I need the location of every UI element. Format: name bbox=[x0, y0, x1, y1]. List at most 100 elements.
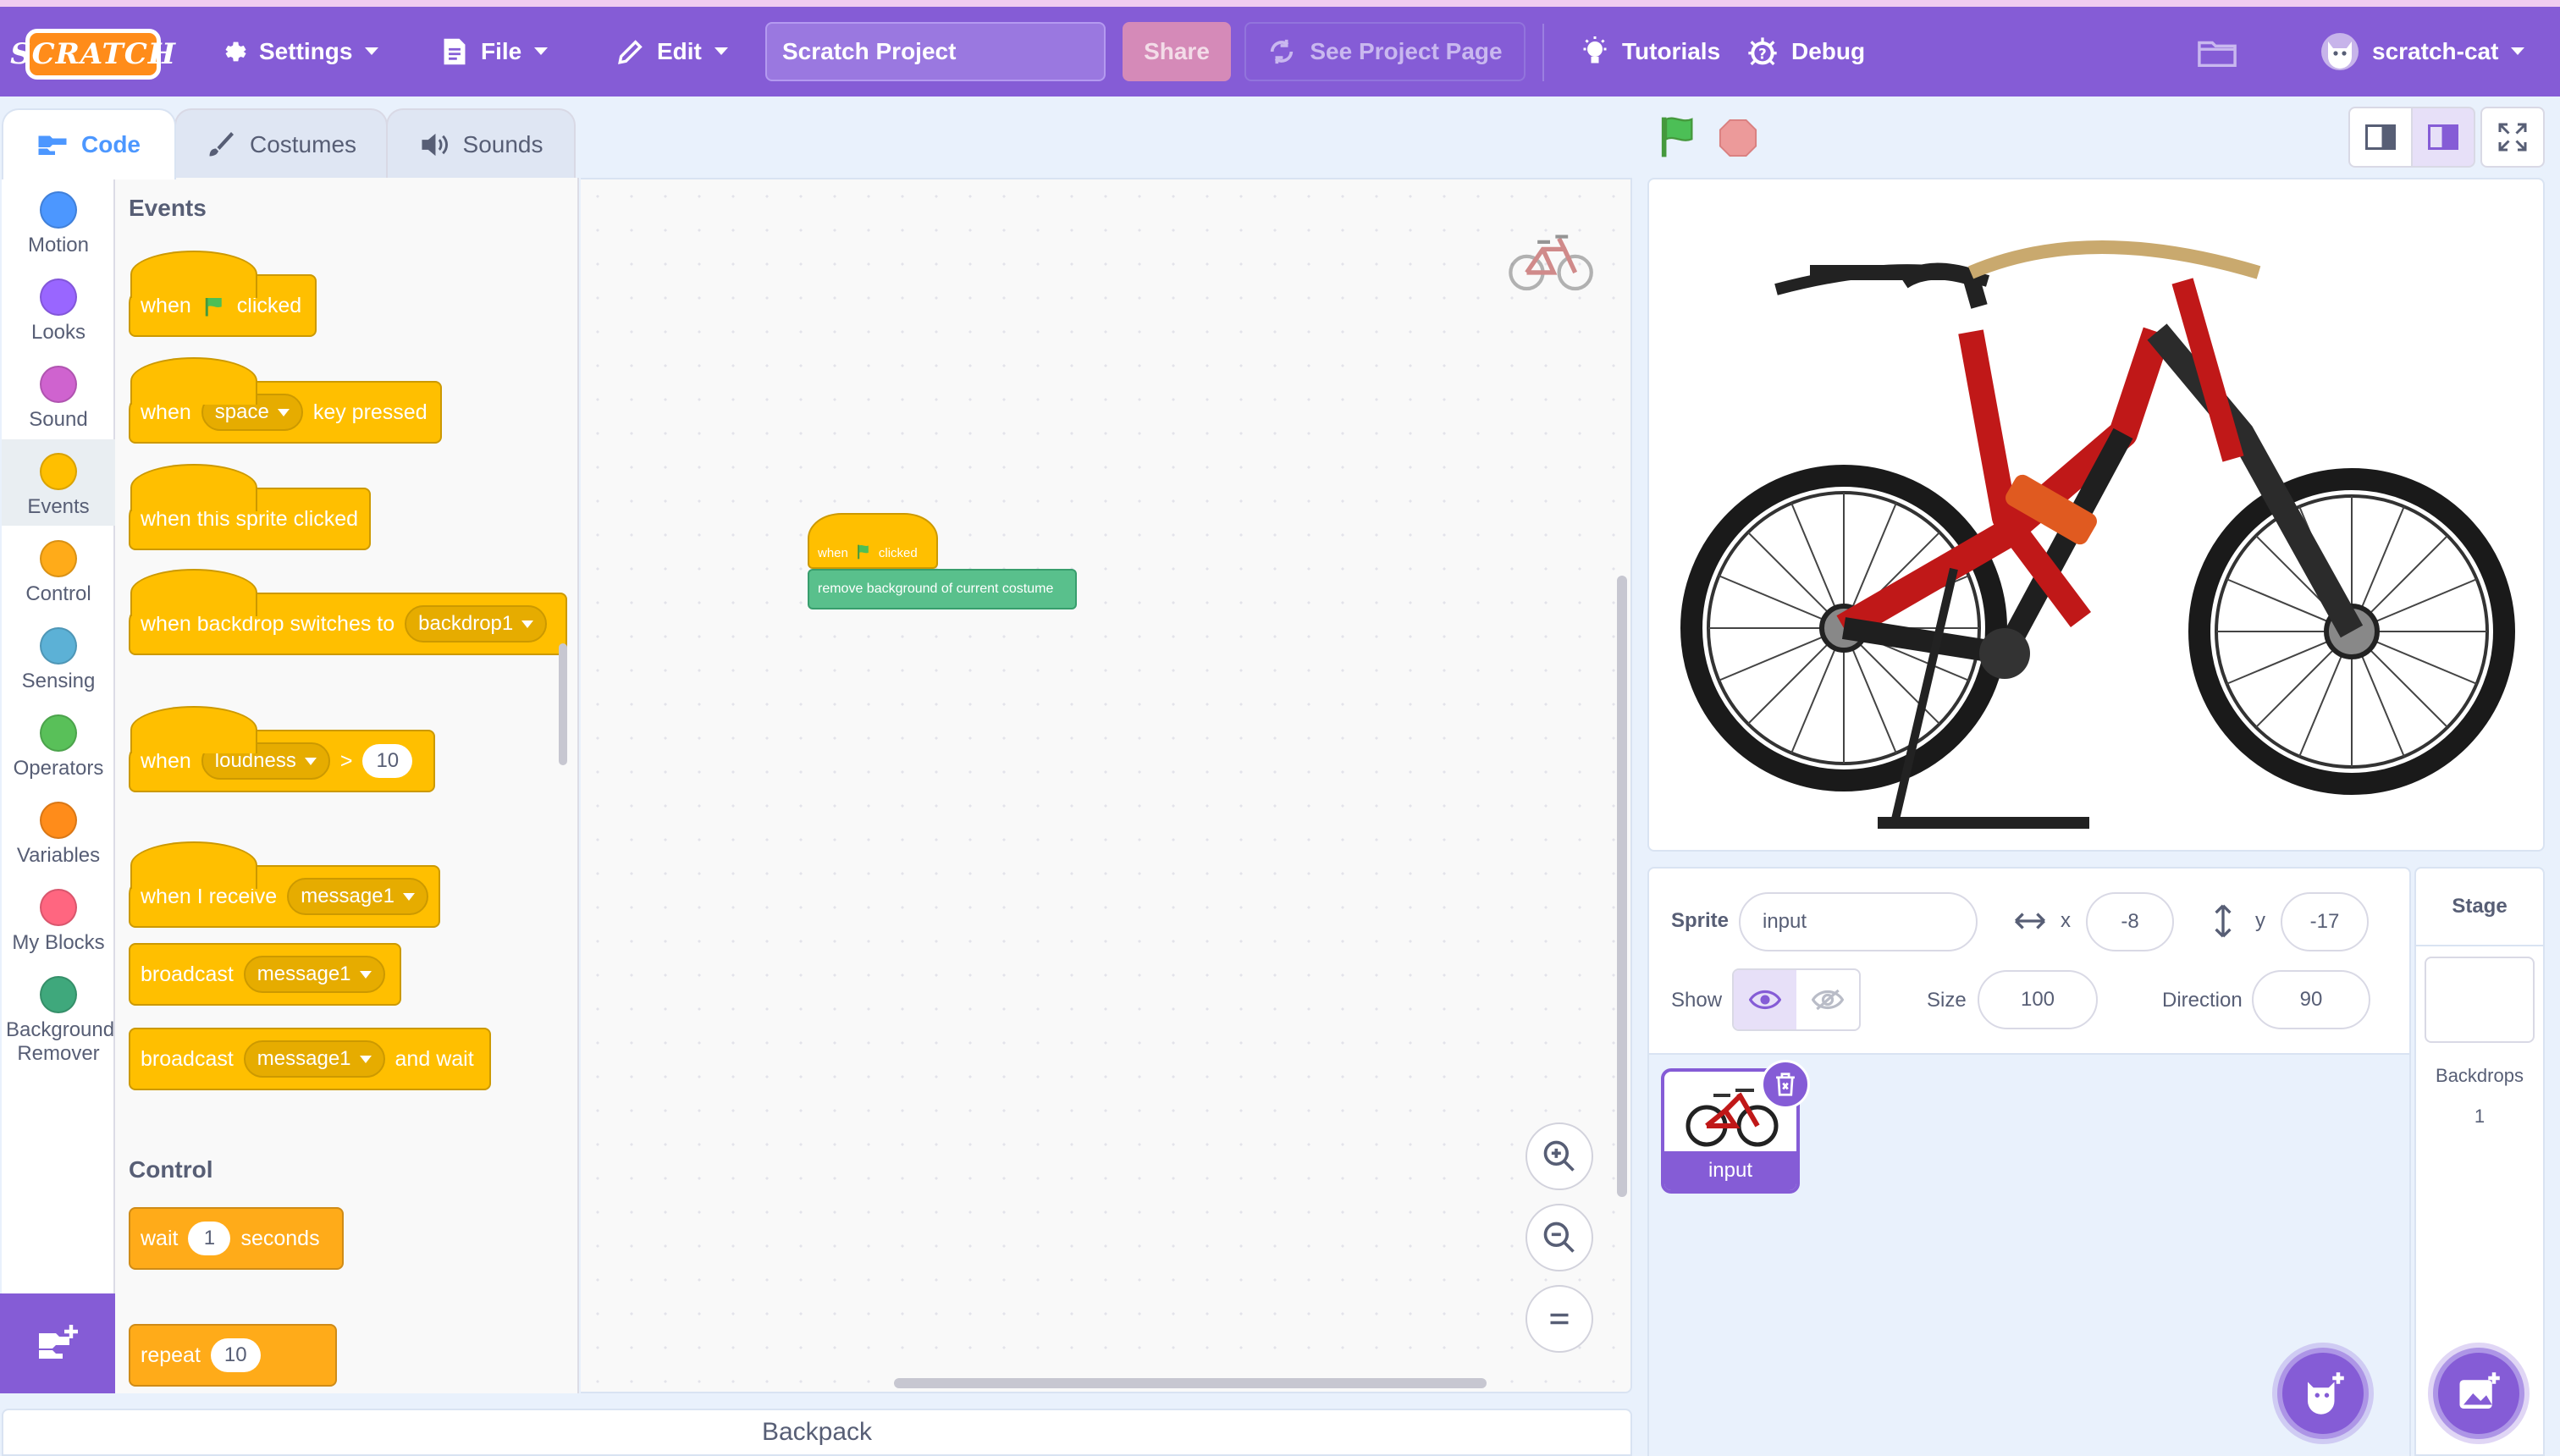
zoom-out-button[interactable] bbox=[1526, 1204, 1593, 1271]
tab-code[interactable]: Code bbox=[2, 108, 176, 179]
category-control[interactable]: Control bbox=[2, 527, 115, 613]
backdrop-dropdown[interactable]: backdrop1 bbox=[405, 605, 548, 643]
category-events[interactable]: Events bbox=[2, 439, 115, 526]
block-when-flag-clicked[interactable]: when clicked bbox=[129, 251, 317, 337]
tutorials-button[interactable]: Tutorials bbox=[1580, 7, 1720, 97]
script-horizontal-scrollbar[interactable] bbox=[894, 1378, 1487, 1388]
message-dropdown[interactable]: message1 bbox=[287, 878, 428, 915]
category-dot bbox=[40, 191, 77, 229]
see-project-page-button[interactable]: See Project Page bbox=[1244, 22, 1526, 81]
sprite-name-input[interactable]: input bbox=[1739, 892, 1978, 951]
block-when-sprite-clicked[interactable]: when this sprite clicked bbox=[129, 464, 371, 550]
x-label: x bbox=[2061, 909, 2071, 932]
settings-menu[interactable]: Settings bbox=[218, 7, 379, 97]
small-stage-button[interactable] bbox=[2348, 107, 2413, 168]
zoom-reset-button[interactable] bbox=[1526, 1285, 1593, 1353]
menu-divider bbox=[1542, 24, 1544, 81]
block-broadcast-and-wait[interactable]: broadcast message1 and wait bbox=[129, 1028, 491, 1090]
block-text: key pressed bbox=[312, 400, 428, 424]
fullscreen-icon bbox=[2498, 123, 2527, 152]
debug-button[interactable]: ? Debug bbox=[1746, 7, 1865, 97]
settings-label: Settings bbox=[259, 38, 353, 64]
category-motion[interactable]: Motion bbox=[2, 178, 115, 264]
stage-thumbnail[interactable] bbox=[2425, 957, 2535, 1043]
backpack[interactable]: Backpack bbox=[2, 1409, 1632, 1456]
block-when-loudness[interactable]: when loudness > 10 bbox=[129, 706, 435, 792]
stop-button[interactable] bbox=[1719, 119, 1757, 157]
category-variables[interactable]: Variables bbox=[2, 788, 115, 874]
green-flag-icon bbox=[858, 544, 869, 560]
block-text: remove background of current costume bbox=[818, 582, 1054, 596]
message-dropdown[interactable]: message1 bbox=[243, 1040, 385, 1078]
file-menu[interactable]: File bbox=[440, 7, 549, 97]
block-when-backdrop-switches[interactable]: when backdrop switches to backdrop1 bbox=[129, 569, 567, 655]
tab-costumes[interactable]: Costumes bbox=[174, 108, 388, 179]
block-broadcast[interactable]: broadcast message1 bbox=[129, 943, 401, 1006]
category-background-remover[interactable]: Background Remover bbox=[2, 962, 115, 1073]
size-input[interactable]: 100 bbox=[1978, 970, 2098, 1029]
category-operators[interactable]: Operators bbox=[2, 701, 115, 787]
events-heading: Events bbox=[129, 195, 207, 221]
choose-backdrop-button[interactable] bbox=[2433, 1348, 2524, 1439]
caret-icon bbox=[359, 1055, 372, 1063]
category-dot bbox=[40, 802, 77, 839]
account-menu[interactable]: scratch-cat bbox=[2320, 7, 2525, 97]
category-looks[interactable]: Looks bbox=[2, 265, 115, 351]
block-text: broadcast bbox=[141, 1046, 234, 1071]
backpack-label: Backpack bbox=[761, 1418, 873, 1446]
file-icon bbox=[444, 38, 466, 65]
scratch-logo[interactable]: SCRATCH bbox=[10, 29, 175, 80]
block-when-key-pressed[interactable]: when space key pressed bbox=[129, 357, 442, 444]
zoom-in-button[interactable] bbox=[1526, 1122, 1593, 1190]
number-input[interactable]: 10 bbox=[362, 744, 413, 778]
stage-canvas[interactable] bbox=[1647, 178, 2545, 852]
category-sensing[interactable]: Sensing bbox=[2, 614, 115, 700]
script-when-flag-clicked[interactable]: when clicked bbox=[808, 513, 938, 569]
zoom-in-icon bbox=[1543, 1140, 1575, 1172]
project-title-input[interactable]: Scratch Project bbox=[765, 22, 1106, 81]
script-remove-background-block[interactable]: remove background of current costume bbox=[808, 569, 1077, 609]
number-input[interactable]: 10 bbox=[210, 1338, 261, 1372]
caret-icon bbox=[402, 892, 415, 901]
trash-icon bbox=[1776, 1073, 1795, 1096]
fullscreen-button[interactable] bbox=[2480, 107, 2545, 168]
share-button[interactable]: Share bbox=[1123, 22, 1231, 81]
show-visible-button[interactable] bbox=[1734, 970, 1796, 1029]
message-dropdown[interactable]: message1 bbox=[243, 956, 385, 993]
block-text: broadcast bbox=[141, 962, 234, 986]
green-flag-button[interactable] bbox=[1654, 113, 1702, 161]
avatar bbox=[2321, 33, 2359, 70]
block-repeat[interactable]: repeat 10 bbox=[129, 1324, 337, 1387]
category-dot bbox=[40, 627, 77, 665]
script-area[interactable] bbox=[581, 178, 1632, 1393]
operator-text: > bbox=[339, 748, 353, 773]
edit-menu[interactable]: Edit bbox=[616, 7, 729, 97]
eye-off-icon bbox=[1812, 989, 1844, 1011]
category-sound[interactable]: Sound bbox=[2, 352, 115, 438]
pencil-icon bbox=[618, 40, 643, 64]
sprite-card-label: input bbox=[1664, 1151, 1796, 1190]
add-extension-button[interactable] bbox=[0, 1293, 115, 1393]
category-my-blocks[interactable]: My Blocks bbox=[2, 875, 115, 962]
choose-sprite-button[interactable] bbox=[2277, 1348, 2369, 1439]
dropdown-value: message1 bbox=[257, 1047, 351, 1070]
delete-sprite-button[interactable] bbox=[1761, 1060, 1810, 1109]
dropdown-value: message1 bbox=[257, 962, 351, 985]
x-input[interactable]: -8 bbox=[2086, 892, 2174, 951]
large-stage-button[interactable] bbox=[2411, 107, 2475, 168]
paintbrush-icon bbox=[209, 132, 234, 157]
lightbulb-icon bbox=[1583, 36, 1607, 63]
number-input[interactable]: 1 bbox=[188, 1222, 231, 1255]
script-vertical-scrollbar[interactable] bbox=[1617, 576, 1627, 1197]
palette-scrollbar[interactable] bbox=[559, 643, 567, 765]
block-when-i-receive[interactable]: when I receive message1 bbox=[129, 841, 440, 928]
direction-input[interactable]: 90 bbox=[2252, 970, 2370, 1029]
my-stuff-folder-icon[interactable] bbox=[2198, 37, 2237, 72]
tab-sounds[interactable]: Sounds bbox=[386, 108, 576, 179]
tab-code-label: Code bbox=[81, 131, 141, 157]
block-wait[interactable]: wait 1 seconds bbox=[129, 1207, 344, 1270]
y-input[interactable]: -17 bbox=[2281, 892, 2369, 951]
caret-icon bbox=[521, 620, 534, 628]
show-hidden-button[interactable] bbox=[1796, 970, 1859, 1029]
zoom-out-icon bbox=[1543, 1222, 1575, 1253]
